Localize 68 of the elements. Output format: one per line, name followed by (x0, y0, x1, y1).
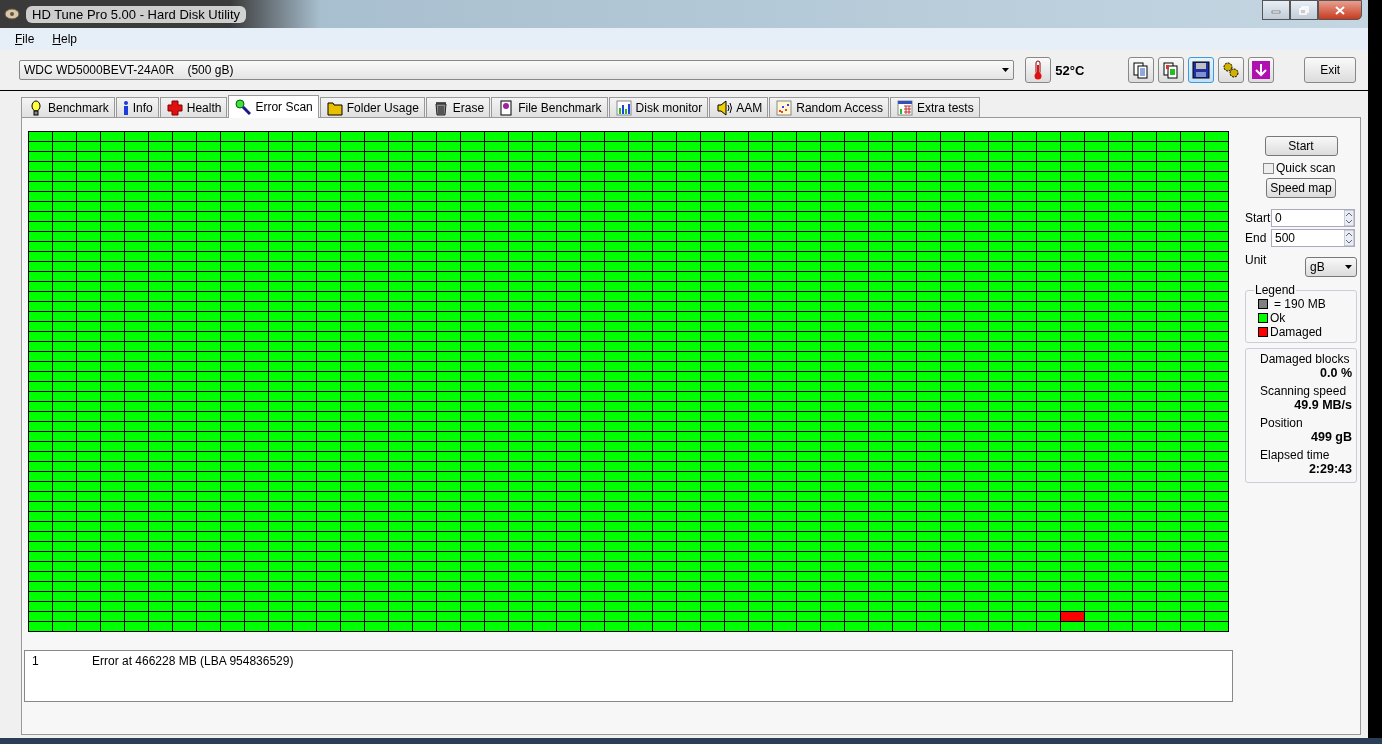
drive-dropdown[interactable]: WDC WD5000BEVT-24A0R (500 gB) (19, 60, 1015, 80)
temperature-reading: 52°C (1055, 62, 1085, 78)
temperature-button[interactable] (1025, 57, 1052, 83)
tab[interactable]: Folder Usage (319, 97, 425, 117)
tab[interactable]: Disk monitor (608, 97, 709, 117)
info-icon (122, 99, 129, 116)
close-button[interactable] (1318, 0, 1362, 20)
cross-icon (166, 99, 183, 116)
quick-scan-label: Quick scan (1276, 161, 1336, 175)
exit-button[interactable]: Exit (1304, 57, 1356, 83)
start-field[interactable]: 0 (1271, 209, 1355, 227)
end-field[interactable]: 500 (1271, 229, 1355, 247)
stat-label: Damaged blocks (1260, 352, 1351, 366)
stat-value: 0.0 % (1320, 366, 1352, 380)
field-label: End (1245, 231, 1267, 245)
spinner-arrows-icon (1344, 230, 1354, 246)
stat-value: 2:29:43 (1308, 462, 1352, 476)
copy-document-button[interactable] (1128, 57, 1155, 83)
down-arrow-button[interactable] (1248, 57, 1275, 83)
start-button[interactable]: Start (1264, 136, 1338, 156)
legend-label: Damaged (1270, 325, 1323, 339)
hard-disk-icon (4, 7, 20, 21)
stat-value: 499 gB (1311, 430, 1352, 444)
log-message: Error at 466228 MB (LBA 954836529) (92, 654, 294, 668)
tab[interactable]: AAM (709, 97, 769, 117)
caret-down-icon (1002, 68, 1010, 72)
stat-value: 49.9 MB/s (1294, 398, 1352, 412)
menu-item[interactable]: File (8, 32, 42, 46)
stat-label: Position (1260, 416, 1304, 430)
tab[interactable]: File Benchmark (491, 97, 608, 117)
close-icon (1335, 5, 1345, 15)
tab[interactable]: Extra tests (889, 97, 980, 117)
copy-document-icon (1132, 61, 1151, 79)
restore-button[interactable] (1290, 0, 1318, 20)
legend-label: Ok (1270, 311, 1286, 325)
tab[interactable]: Random Access (769, 97, 889, 117)
restore-icon (1299, 5, 1309, 15)
search-icon (235, 99, 252, 115)
unit-label: Unit (1245, 253, 1267, 269)
gears-icon (1222, 61, 1241, 79)
window-title: HD Tune Pro 5.00 - Hard Disk Utility (26, 5, 247, 23)
thermometer-icon (1033, 60, 1044, 80)
floppy-disk-button[interactable] (1188, 57, 1215, 83)
unit-dropdown[interactable]: gB (1305, 257, 1357, 277)
tab[interactable]: Error Scan (228, 95, 319, 118)
down-arrow-icon (1252, 61, 1271, 79)
tab[interactable]: Benchmark (21, 97, 115, 117)
log-index: 1 (32, 654, 40, 668)
speaker-icon (716, 99, 733, 116)
scatter-plot-icon (776, 99, 793, 116)
trash-bin-icon (432, 99, 449, 116)
stat-label: Scanning speed (1260, 384, 1348, 398)
tab[interactable]: Erase (425, 97, 491, 117)
copy-image-button[interactable] (1158, 57, 1185, 83)
quick-scan-checkbox[interactable] (1263, 162, 1274, 174)
legend-label: = 190 MB (1274, 297, 1326, 311)
caret-down-icon (1345, 265, 1352, 269)
copy-image-icon (1162, 61, 1181, 79)
gears-button[interactable] (1218, 57, 1245, 83)
menu-item[interactable]: Help (45, 32, 85, 46)
stat-label: Elapsed time (1260, 448, 1331, 462)
tab[interactable]: Info (115, 97, 159, 117)
legend-title: Legend (1254, 283, 1297, 297)
bulb-icon (28, 99, 44, 116)
spinner-arrows-icon (1344, 210, 1354, 226)
minimize-button[interactable] (1262, 0, 1290, 20)
speed-map-button[interactable]: Speed map (1266, 178, 1336, 198)
tab[interactable]: Health (159, 97, 228, 117)
